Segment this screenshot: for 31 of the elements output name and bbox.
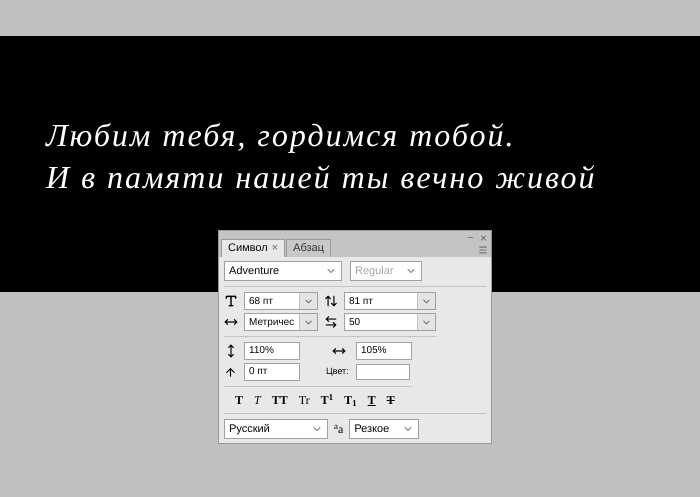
tracking-field[interactable]: 50 [344, 313, 436, 331]
font-family-select[interactable]: Adventure [224, 261, 342, 281]
vertical-scale-field[interactable]: 110% [244, 342, 300, 360]
color-swatch[interactable] [356, 364, 410, 380]
baseline-shift-icon [224, 366, 237, 378]
font-size-field[interactable]: 68 пт [244, 292, 318, 310]
text-style-button[interactable]: T [366, 391, 377, 409]
anti-aliasing-select[interactable]: Резкое [349, 419, 420, 439]
panel-tab[interactable]: Символ × [221, 239, 286, 257]
panel-tab[interactable]: Абзац [286, 239, 331, 257]
canvas-text: И в памяти нашей ты вечно живой [46, 158, 596, 197]
horizontal-scale-field[interactable]: 105% [356, 342, 412, 360]
tracking-icon [324, 315, 338, 329]
close-tab-glyph[interactable]: × [272, 240, 278, 257]
canvas-text: Любим тебя, гордимся тобой. [46, 116, 516, 155]
baseline-shift-field[interactable]: 0 пт [244, 363, 300, 381]
font-size-icon [224, 294, 238, 308]
text-style-button[interactable]: T [253, 391, 262, 409]
color-label: Цвет: [326, 365, 350, 378]
leading-icon [324, 294, 338, 308]
text-style-button[interactable]: Tr [298, 391, 311, 409]
leading-field[interactable]: 81 пт [344, 292, 436, 310]
anti-aliasing-glyph: $^{a}$a [333, 420, 344, 438]
text-style-button[interactable]: TT [270, 391, 289, 409]
text-style-button[interactable]: T [386, 391, 396, 409]
panel-menu-icon[interactable] [478, 245, 488, 255]
language-select[interactable]: Русский [224, 419, 328, 439]
kerning-field[interactable]: Метричес [244, 313, 318, 331]
text-style-button[interactable]: T$^{1}$ [320, 391, 334, 409]
text-style-button[interactable]: T [234, 391, 244, 409]
text-style-button[interactable]: T$_{1}$ [343, 391, 358, 409]
